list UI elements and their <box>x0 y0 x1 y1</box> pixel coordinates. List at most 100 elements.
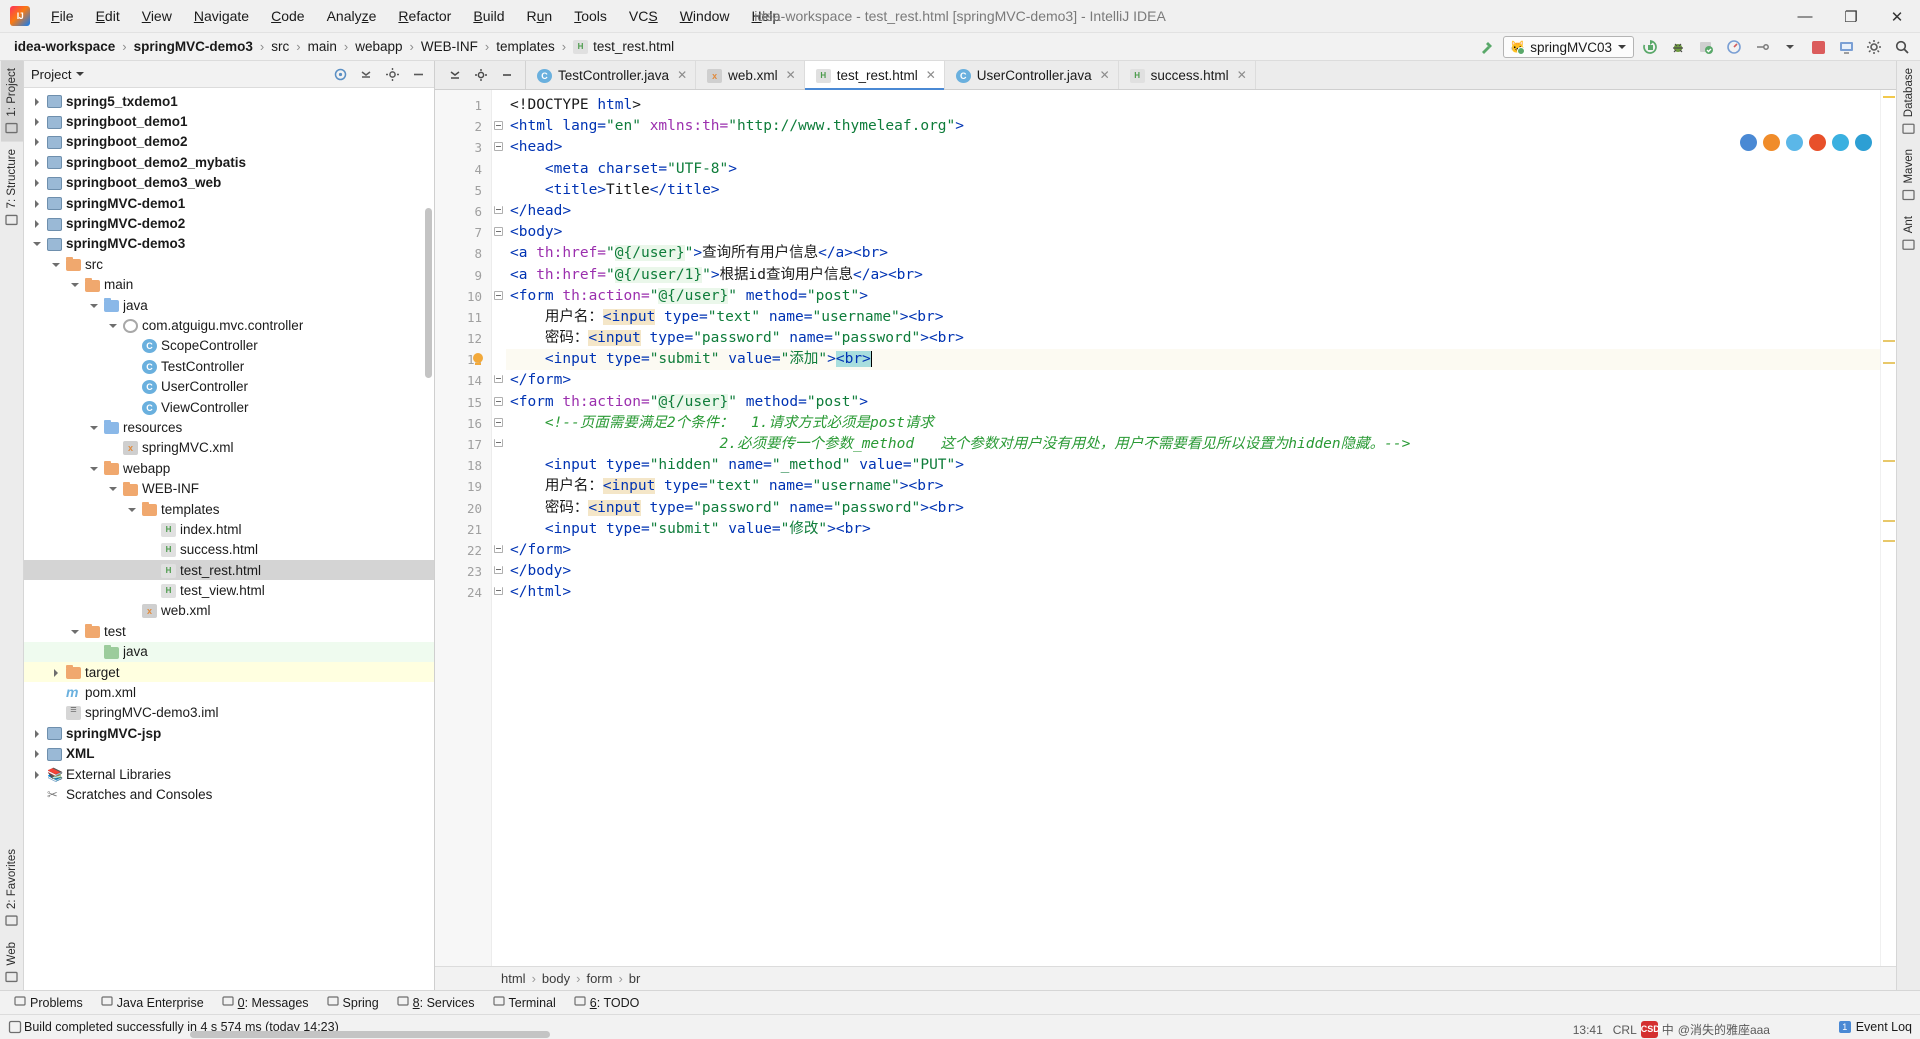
tool-window-problems[interactable]: Problems <box>6 993 91 1012</box>
rail-button-database[interactable]: Database <box>1898 61 1920 142</box>
menu-tools[interactable]: Tools <box>563 4 618 28</box>
line-number[interactable]: 17 <box>435 434 491 455</box>
settings-gear-icon[interactable] <box>1862 35 1886 59</box>
profiler-icon[interactable] <box>1722 35 1746 59</box>
code-line[interactable]: <input type="submit" value="修改"><br> <box>506 519 1880 540</box>
chevron-closed-icon[interactable] <box>32 177 43 188</box>
line-number[interactable]: 10 <box>435 286 491 307</box>
code-line[interactable]: <!--页面需要满足2个条件： 1.请求方式必须是post请求 <box>506 413 1880 434</box>
tree-node-test-rest-html[interactable]: test_rest.html <box>24 559 434 581</box>
code-line[interactable]: </form> <box>506 370 1880 391</box>
tree-node-springmvc-demo2[interactable]: springMVC-demo2 <box>24 213 434 233</box>
close-icon[interactable]: ✕ <box>926 68 936 82</box>
code-line[interactable]: 密码：<input type="password" name="password… <box>506 498 1880 519</box>
code-line[interactable]: <a th:href="@{/user}">查询所有用户信息</a><br> <box>506 243 1880 264</box>
fold-slot[interactable] <box>492 222 505 243</box>
coverage-icon[interactable] <box>1694 35 1718 59</box>
fold-slot[interactable] <box>492 201 505 222</box>
minimize-button[interactable]: — <box>1782 0 1828 33</box>
rerun-icon[interactable] <box>1638 35 1662 59</box>
fold-toggle-icon[interactable] <box>494 290 503 300</box>
tree-node-index-html[interactable]: index.html <box>24 519 434 539</box>
menu-vcs[interactable]: VCS <box>618 4 669 28</box>
tool-window-0-messages[interactable]: 0: Messages <box>214 993 317 1012</box>
line-number[interactable]: 8 <box>435 243 491 264</box>
editor-breadcrumbs[interactable]: html › body › form › br <box>435 966 1896 990</box>
code-line[interactable]: </html> <box>506 582 1880 603</box>
chevron-closed-icon[interactable] <box>32 96 43 107</box>
tool-window-spring[interactable]: Spring <box>319 993 387 1012</box>
line-number[interactable]: 15 <box>435 392 491 413</box>
chevron-closed-icon[interactable] <box>32 218 43 229</box>
close-icon[interactable]: ✕ <box>1100 68 1110 82</box>
chevron-closed-icon[interactable] <box>32 728 43 739</box>
code-line[interactable]: <!DOCTYPE html> <box>506 95 1880 116</box>
line-number[interactable]: 9 <box>435 265 491 286</box>
tree-node-main[interactable]: main <box>24 275 434 295</box>
fold-slot[interactable] <box>492 413 505 434</box>
menu-edit[interactable]: Edit <box>85 4 131 28</box>
tree-node-web-xml[interactable]: web.xml <box>24 601 434 621</box>
close-icon[interactable]: ✕ <box>786 68 796 82</box>
fold-slot[interactable] <box>492 116 505 137</box>
rail-button-2-favorites[interactable]: 2: Favorites <box>1 842 23 934</box>
fold-slot[interactable] <box>492 180 505 201</box>
code-line[interactable]: </head> <box>506 201 1880 222</box>
close-button[interactable]: ✕ <box>1874 0 1920 33</box>
code-line[interactable]: <form th:action="@{/user}" method="post"… <box>506 392 1880 413</box>
breadcrumb-item-test-rest-html[interactable]: test_rest.html <box>569 38 678 55</box>
menu-file[interactable]: File <box>40 4 85 28</box>
tree-node-resources[interactable]: resources <box>24 417 434 437</box>
tree-node-test-view-html[interactable]: test_view.html <box>24 580 434 600</box>
line-number[interactable]: 16 <box>435 413 491 434</box>
menu-build[interactable]: Build <box>462 4 515 28</box>
fold-slot[interactable] <box>492 95 505 116</box>
menu-refactor[interactable]: Refactor <box>387 4 462 28</box>
project-panel-title[interactable]: Project <box>31 67 85 82</box>
rail-button-web[interactable]: Web <box>1 935 23 990</box>
chevron-open-icon[interactable] <box>89 422 100 433</box>
fold-slot[interactable] <box>492 498 505 519</box>
chevron-down-icon[interactable] <box>1778 35 1802 59</box>
rail-button-ant[interactable]: Ant <box>1898 209 1920 258</box>
editor-tab-testcontroller-java[interactable]: C TestController.java ✕ <box>526 61 697 89</box>
opera-icon[interactable] <box>1809 134 1826 151</box>
chrome-icon[interactable] <box>1740 134 1757 151</box>
code-line[interactable]: <body> <box>506 222 1880 243</box>
breadcrumb-item-webapp[interactable]: webapp <box>351 38 406 55</box>
attach-icon[interactable] <box>1750 35 1774 59</box>
fold-toggle-icon[interactable] <box>494 142 503 152</box>
editor-fold-column[interactable] <box>492 90 506 966</box>
editor-tab-success-html[interactable]: success.html ✕ <box>1119 61 1256 89</box>
tree-node-spring5-txdemo1[interactable]: spring5_txdemo1 <box>24 91 434 111</box>
fold-toggle-icon[interactable] <box>494 227 503 237</box>
breadcrumb-item-main[interactable]: main <box>304 38 341 55</box>
tree-node-springboot-demo2[interactable]: springboot_demo2 <box>24 132 434 152</box>
intention-bulb-icon[interactable] <box>471 353 485 367</box>
chevron-open-icon[interactable] <box>127 504 138 515</box>
breadcrumb-item-springmvc-demo3[interactable]: springMVC-demo3 <box>130 38 257 55</box>
editor-tab-usercontroller-java[interactable]: C UserController.java ✕ <box>945 61 1119 89</box>
fold-toggle-icon[interactable] <box>494 566 503 575</box>
tree-node-com-atguigu-mvc-controller[interactable]: com.atguigu.mvc.controller <box>24 315 434 335</box>
breadcrumb-item-idea-workspace[interactable]: idea-workspace <box>10 38 119 55</box>
hide-panel-icon[interactable] <box>495 63 519 87</box>
tool-window-8-services[interactable]: 8: Services <box>389 993 483 1012</box>
safari-icon[interactable] <box>1786 134 1803 151</box>
rail-button-7-structure[interactable]: 7: Structure <box>1 142 23 233</box>
tree-node-usercontroller[interactable]: C UserController <box>24 376 434 396</box>
fold-toggle-icon[interactable] <box>494 396 503 406</box>
tree-node-java[interactable]: java <box>24 295 434 315</box>
menu-run[interactable]: Run <box>516 4 564 28</box>
code-line[interactable]: 2.必须要传一个参数_method 这个参数对用户没有用处，用户不需要看见所以设… <box>506 434 1880 455</box>
event-log-indicator[interactable]: Event Loq <box>1838 1020 1912 1034</box>
tree-node-springboot-demo1[interactable]: springboot_demo1 <box>24 111 434 131</box>
tree-node-scratches-and-consoles[interactable]: ✂ Scratches and Consoles <box>24 784 434 804</box>
collapse-all-icon[interactable] <box>354 62 378 86</box>
fold-slot[interactable] <box>492 286 505 307</box>
chevron-closed-icon[interactable] <box>32 769 43 780</box>
code-line[interactable]: <a th:href="@{/user/1}">根据id查询用户信息</a><b… <box>506 265 1880 286</box>
tree-node-test[interactable]: test <box>24 621 434 641</box>
close-icon[interactable]: ✕ <box>1237 68 1247 82</box>
tree-node-viewcontroller[interactable]: C ViewController <box>24 397 434 417</box>
